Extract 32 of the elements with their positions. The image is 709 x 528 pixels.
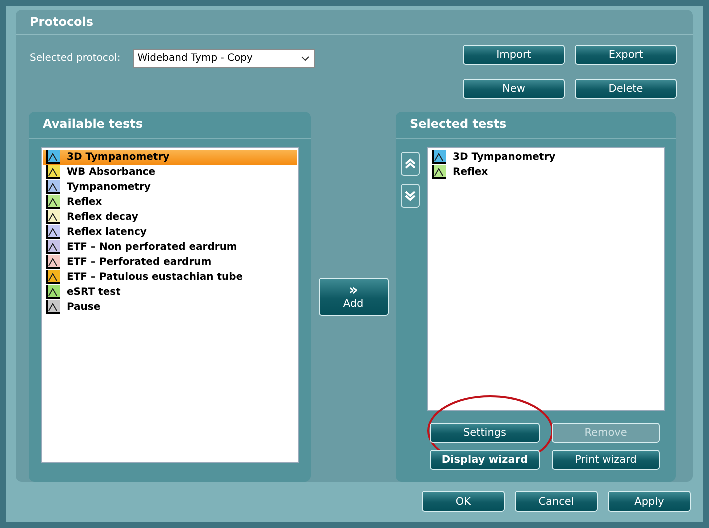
action-button[interactable]: New — [463, 79, 565, 99]
action-button[interactable]: Cancel — [515, 491, 598, 512]
test-list-item[interactable]: eSRT test — [43, 285, 297, 300]
action-button[interactable]: Display wizard — [430, 450, 540, 470]
action-button[interactable]: Settings — [430, 423, 540, 443]
test-list-item[interactable]: Pause — [43, 300, 297, 315]
section-title: Protocols — [16, 10, 693, 35]
test-list-item[interactable]: ETF – Patulous eustachian tube — [43, 270, 297, 285]
move-down-icon[interactable] — [401, 184, 420, 208]
test-list-item[interactable]: Reflex — [43, 195, 297, 210]
test-list-item[interactable]: Reflex latency — [43, 225, 297, 240]
action-button[interactable]: OK — [422, 491, 505, 512]
action-button[interactable]: Print wizard — [552, 450, 660, 470]
test-list-item[interactable]: Reflex decay — [43, 210, 297, 225]
action-button[interactable]: Export — [575, 45, 677, 65]
action-button[interactable]: Delete — [575, 79, 677, 99]
test-list-item[interactable]: ETF – Perforated eardrum — [43, 255, 297, 270]
protocol-dropdown[interactable]: Wideband Tymp - Copy — [132, 49, 315, 68]
test-list-item[interactable]: 3D Tympanometry — [429, 150, 663, 165]
move-up-icon[interactable] — [401, 152, 420, 176]
chevron-down-icon — [300, 56, 310, 62]
test-list-item[interactable]: Reflex — [429, 165, 663, 180]
field-label: Selected protocol: — [30, 52, 121, 64]
test-list-item[interactable]: ETF – Non perforated eardrum — [43, 240, 297, 255]
add-button[interactable]: » Add — [318, 278, 388, 316]
panel-title: Selected tests — [396, 112, 676, 139]
action-button[interactable]: Import — [463, 45, 565, 65]
test-list-item[interactable]: 3D Tympanometry — [43, 150, 297, 165]
test-list-item[interactable]: WB Absorbance — [43, 165, 297, 180]
panel-title: Available tests — [29, 112, 311, 139]
test-list-item[interactable]: Tympanometry — [43, 180, 297, 195]
action-button[interactable]: Apply — [608, 491, 691, 512]
